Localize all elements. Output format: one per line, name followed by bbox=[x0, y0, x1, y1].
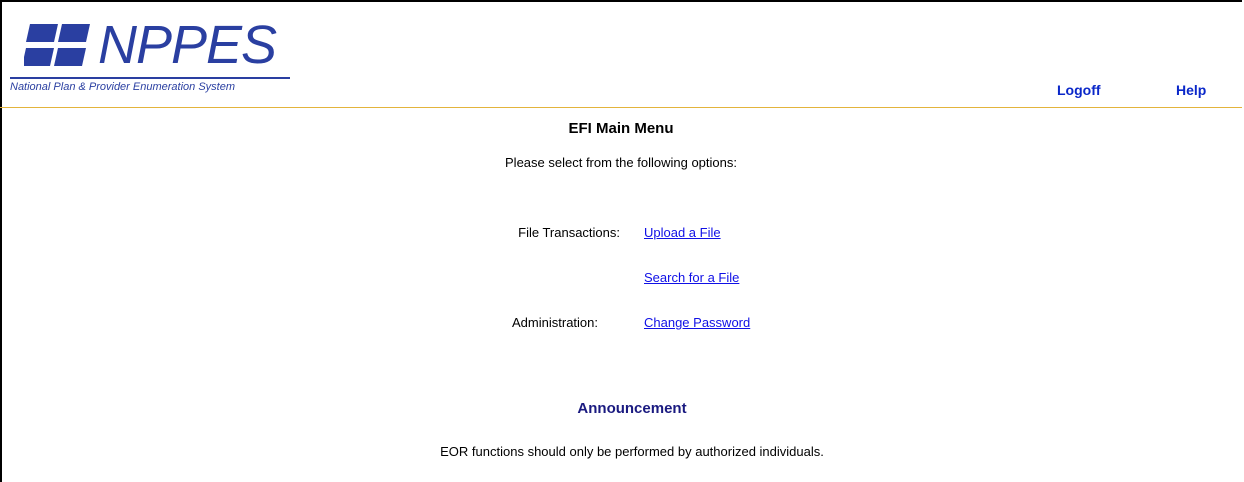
upload-file-link[interactable]: Upload a File bbox=[644, 225, 721, 240]
logo-mark-icon bbox=[24, 24, 90, 66]
logo-rule bbox=[10, 77, 290, 79]
announcement-text: EOR functions should only be performed b… bbox=[440, 444, 824, 459]
page-subtitle: Please select from the following options… bbox=[505, 155, 737, 170]
change-password-link[interactable]: Change Password bbox=[644, 315, 750, 330]
file-transactions-label: File Transactions: bbox=[518, 225, 620, 240]
page-header: NPPES National Plan & Provider Enumerati… bbox=[0, 0, 1242, 108]
logo-tagline: National Plan & Provider Enumeration Sys… bbox=[10, 81, 235, 93]
announcement-title: Announcement bbox=[577, 400, 687, 417]
logo-wordmark: NPPES bbox=[98, 15, 277, 75]
help-link[interactable]: Help bbox=[1176, 82, 1206, 98]
logoff-link[interactable]: Logoff bbox=[1057, 82, 1101, 98]
search-file-link[interactable]: Search for a File bbox=[644, 270, 739, 285]
page-title: EFI Main Menu bbox=[568, 120, 674, 137]
nppes-logo: NPPES National Plan & Provider Enumerati… bbox=[10, 14, 295, 104]
administration-label: Administration: bbox=[512, 315, 598, 330]
